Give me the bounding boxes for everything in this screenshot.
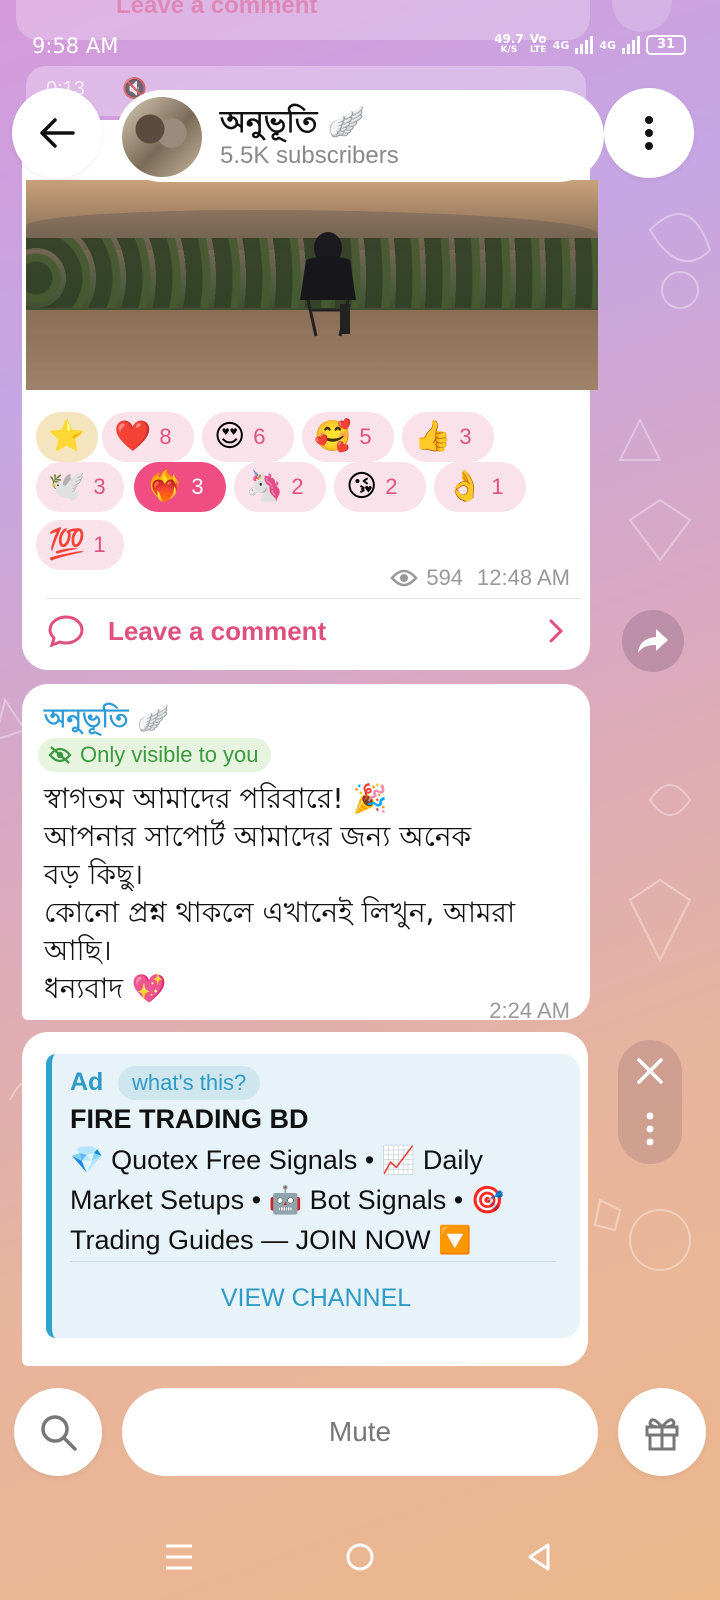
status-bar: 9:58 AM 49.7 K/S Vo LTE 4G 4G 31 [0,32,720,62]
close-icon[interactable] [635,1056,665,1086]
reaction-star[interactable]: ⭐ [36,412,98,462]
reaction-kiss[interactable]: 😘 2 [334,462,426,512]
chevron-right-icon [549,619,564,643]
recent-apps-icon[interactable] [164,1542,194,1572]
status-icons: 49.7 K/S Vo LTE 4G 4G 31 [494,32,686,56]
signal-strength-icon [575,36,594,54]
message-time: 2:24 AM [489,998,570,1023]
volte-indicator: Vo LTE [529,32,547,55]
more-options-button[interactable] [604,88,694,178]
reaction-hundred[interactable]: 💯 1 [36,520,124,570]
network-speed: 49.7 K/S [494,32,524,55]
bottom-bar: Mute [0,1388,720,1478]
signal-strength-2-icon [622,36,640,54]
sponsored-card[interactable]: Ad what's this? FIRE TRADING BD 💎 Quotex… [46,1054,580,1338]
reaction-dove[interactable]: 🕊️ 3 [36,462,124,512]
message-author[interactable]: অনুভূতি 🪽 [44,698,170,742]
reaction-thumbs-up[interactable]: 👍 3 [402,412,494,462]
ad-label: Ad [70,1068,104,1096]
leave-comment-label: Leave a comment [108,615,327,646]
mute-label: Mute [328,1416,392,1447]
back-button[interactable] [12,88,102,178]
back-arrow-icon [40,118,75,148]
ad-side-controls [618,1040,682,1164]
ad-more-icon[interactable] [645,1112,655,1146]
post-time: 12:48 AM [477,565,570,590]
view-channel-button[interactable]: VIEW CHANNEL [52,1284,580,1313]
vertical-dots-icon [645,116,653,150]
reaction-unicorn[interactable]: 🦄 2 [234,462,326,512]
person-silhouette [300,232,356,337]
whats-this-button[interactable]: what's this? [118,1066,261,1100]
back-nav-icon[interactable] [524,1542,554,1572]
post-divider [46,598,582,599]
welcome-message-text: স্বাগতম আমাদের পরিবারে! 🎉 আপনার সাপোর্ট … [44,782,516,1005]
reaction-heart-eyes[interactable]: 😍 6 [202,412,294,462]
share-arrow-icon [638,629,668,653]
ad-title: FIRE TRADING BD [70,1104,309,1134]
mute-button[interactable]: Mute [122,1388,598,1476]
system-nav-bar [0,1534,720,1584]
reaction-heart-on-fire[interactable]: ❤️‍🔥 3 [134,462,226,512]
post-photo[interactable] [26,180,598,390]
ad-description: 💎 Quotex Free Signals • 📈 Daily Market S… [70,1145,505,1255]
eye-off-icon [48,746,72,764]
views-eye-icon [390,569,418,587]
network-type-2: 4G [599,38,616,52]
visibility-label: Only visible to you [80,742,259,767]
search-icon [41,1415,77,1451]
subscriber-count: 5.5K subscribers [220,142,399,169]
share-button[interactable] [622,610,684,672]
ad-divider [70,1261,556,1262]
peek-comment-label: Leave a comment [116,0,318,19]
share-button-peek [612,0,672,32]
gift-button[interactable] [618,1388,706,1476]
home-icon[interactable] [345,1542,375,1572]
reaction-heart[interactable]: ❤️ 8 [102,412,194,462]
reaction-smiling-hearts[interactable]: 🥰 5 [302,412,394,462]
channel-avatar[interactable] [118,93,206,181]
battery-icon: 31 [646,35,686,55]
network-type-1: 4G [552,38,570,52]
views-count: 594 [426,565,464,590]
search-button[interactable] [14,1388,102,1476]
only-visible-badge: Only visible to you [38,738,271,772]
comment-bubble-icon [48,615,84,648]
reaction-ok-hand[interactable]: 👌 1 [434,462,526,512]
leave-comment-button[interactable]: Leave a comment [46,610,566,652]
post-meta: 594 12:48 AM [390,565,570,591]
gift-icon [645,1418,679,1451]
status-time: 9:58 AM [32,34,119,58]
